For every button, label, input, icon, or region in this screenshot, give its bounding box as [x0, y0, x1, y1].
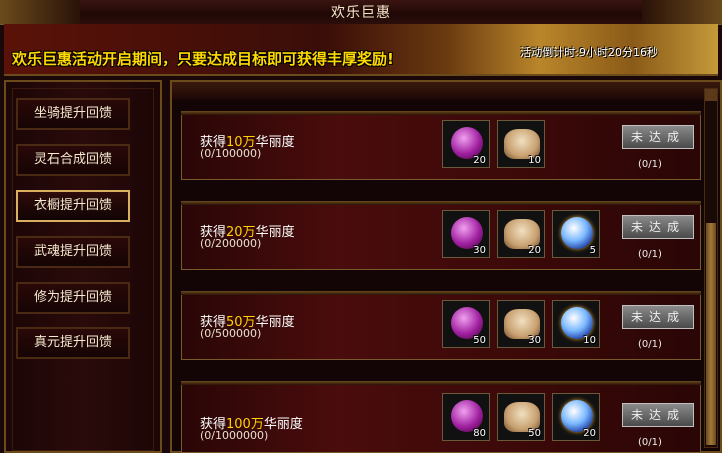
claim-status-button[interactable]: 未达成	[622, 305, 694, 329]
event-banner: 活动倒计时:9小时20分16秒 欢乐巨惠活动开启期间，只要达成目标即可获得丰厚奖…	[4, 24, 718, 76]
panel-header-strip	[172, 82, 720, 100]
title-bar: 欢乐巨惠	[0, 0, 722, 25]
scroll-thumb[interactable]	[706, 223, 716, 445]
reward-item-slot[interactable]: 30	[497, 300, 545, 348]
claim-count: (0/1)	[638, 249, 662, 260]
countdown-label: 活动倒计时:	[520, 46, 579, 59]
scrollbar[interactable]	[704, 88, 718, 448]
item-quantity: 80	[473, 428, 486, 439]
event-window: 欢乐巨惠 活动倒计时:9小时20分16秒 欢乐巨惠活动开启期间，只要达成目标即可…	[0, 0, 722, 453]
claim-status-button[interactable]: 未达成	[622, 215, 694, 239]
claim-status-button[interactable]: 未达成	[622, 125, 694, 149]
card-divider	[181, 111, 701, 115]
item-quantity: 20	[583, 428, 596, 439]
banner-message: 欢乐巨惠活动开启期间，只要达成目标即可获得丰厚奖励!	[12, 50, 394, 68]
reward-card: 获得50万华丽度 (0/500000) 50 30 10 未达成 (0/1)	[181, 291, 701, 360]
item-quantity: 30	[528, 335, 541, 346]
sidebar-item-war-soul[interactable]: 武魂提升回馈	[16, 236, 130, 268]
reward-progress: (0/200000)	[200, 237, 262, 250]
sidebar-item-cultivation[interactable]: 修为提升回馈	[16, 282, 130, 314]
reward-card: 获得100万华丽度 (0/1000000) 80 50 20 未达成 (0/1)	[181, 381, 701, 453]
claim-status-button[interactable]: 未达成	[622, 403, 694, 427]
sidebar-inner-frame	[12, 88, 154, 451]
blue-orb-icon	[561, 217, 593, 249]
reward-card: 获得20万华丽度 (0/200000) 30 20 5 未达成 (0/1)	[181, 201, 701, 270]
goal-suffix: 华丽度	[255, 315, 295, 330]
item-quantity: 50	[528, 428, 541, 439]
claim-count: (0/1)	[638, 437, 662, 448]
item-quantity: 20	[473, 155, 486, 166]
reward-progress: (0/500000)	[200, 327, 262, 340]
item-quantity: 50	[473, 335, 486, 346]
goal-suffix: 华丽度	[255, 225, 295, 240]
reward-item-slot[interactable]: 20	[497, 210, 545, 258]
sidebar-item-mount[interactable]: 坐骑提升回馈	[16, 98, 130, 130]
claim-count: (0/1)	[638, 159, 662, 170]
reward-item-slot[interactable]: 10	[552, 300, 600, 348]
reward-item-slot[interactable]: 50	[442, 300, 490, 348]
window-title: 欢乐巨惠	[331, 5, 391, 21]
goal-suffix: 华丽度	[255, 135, 295, 150]
scroll-up-arrow-icon[interactable]	[705, 89, 717, 101]
card-divider	[181, 291, 701, 295]
countdown: 活动倒计时:9小时20分16秒	[520, 44, 658, 60]
reward-progress: (0/1000000)	[200, 429, 269, 442]
reward-item-slot[interactable]: 80	[442, 393, 490, 441]
item-quantity: 20	[528, 245, 541, 256]
reward-item-slot[interactable]: 5	[552, 210, 600, 258]
goal-suffix: 华丽度	[263, 417, 303, 432]
countdown-value: 9小时20分16秒	[579, 46, 658, 59]
card-divider	[181, 381, 701, 385]
reward-card: 获得10万华丽度 (0/100000) 20 10 未达成 (0/1)	[181, 111, 701, 180]
reward-item-slot[interactable]: 20	[552, 393, 600, 441]
reward-item-slot[interactable]: 30	[442, 210, 490, 258]
sidebar-item-spirit-stone[interactable]: 灵石合成回馈	[16, 144, 130, 176]
reward-item-slot[interactable]: 10	[497, 120, 545, 168]
item-quantity: 10	[583, 335, 596, 346]
reward-item-slot[interactable]: 50	[497, 393, 545, 441]
sidebar-item-true-essence[interactable]: 真元提升回馈	[16, 327, 130, 359]
item-quantity: 10	[528, 155, 541, 166]
item-quantity: 30	[473, 245, 486, 256]
sidebar-item-wardrobe[interactable]: 衣橱提升回馈	[16, 190, 130, 222]
reward-progress: (0/100000)	[200, 147, 262, 160]
item-quantity: 5	[589, 245, 596, 256]
card-divider	[181, 201, 701, 205]
claim-count: (0/1)	[638, 339, 662, 350]
reward-item-slot[interactable]: 20	[442, 120, 490, 168]
